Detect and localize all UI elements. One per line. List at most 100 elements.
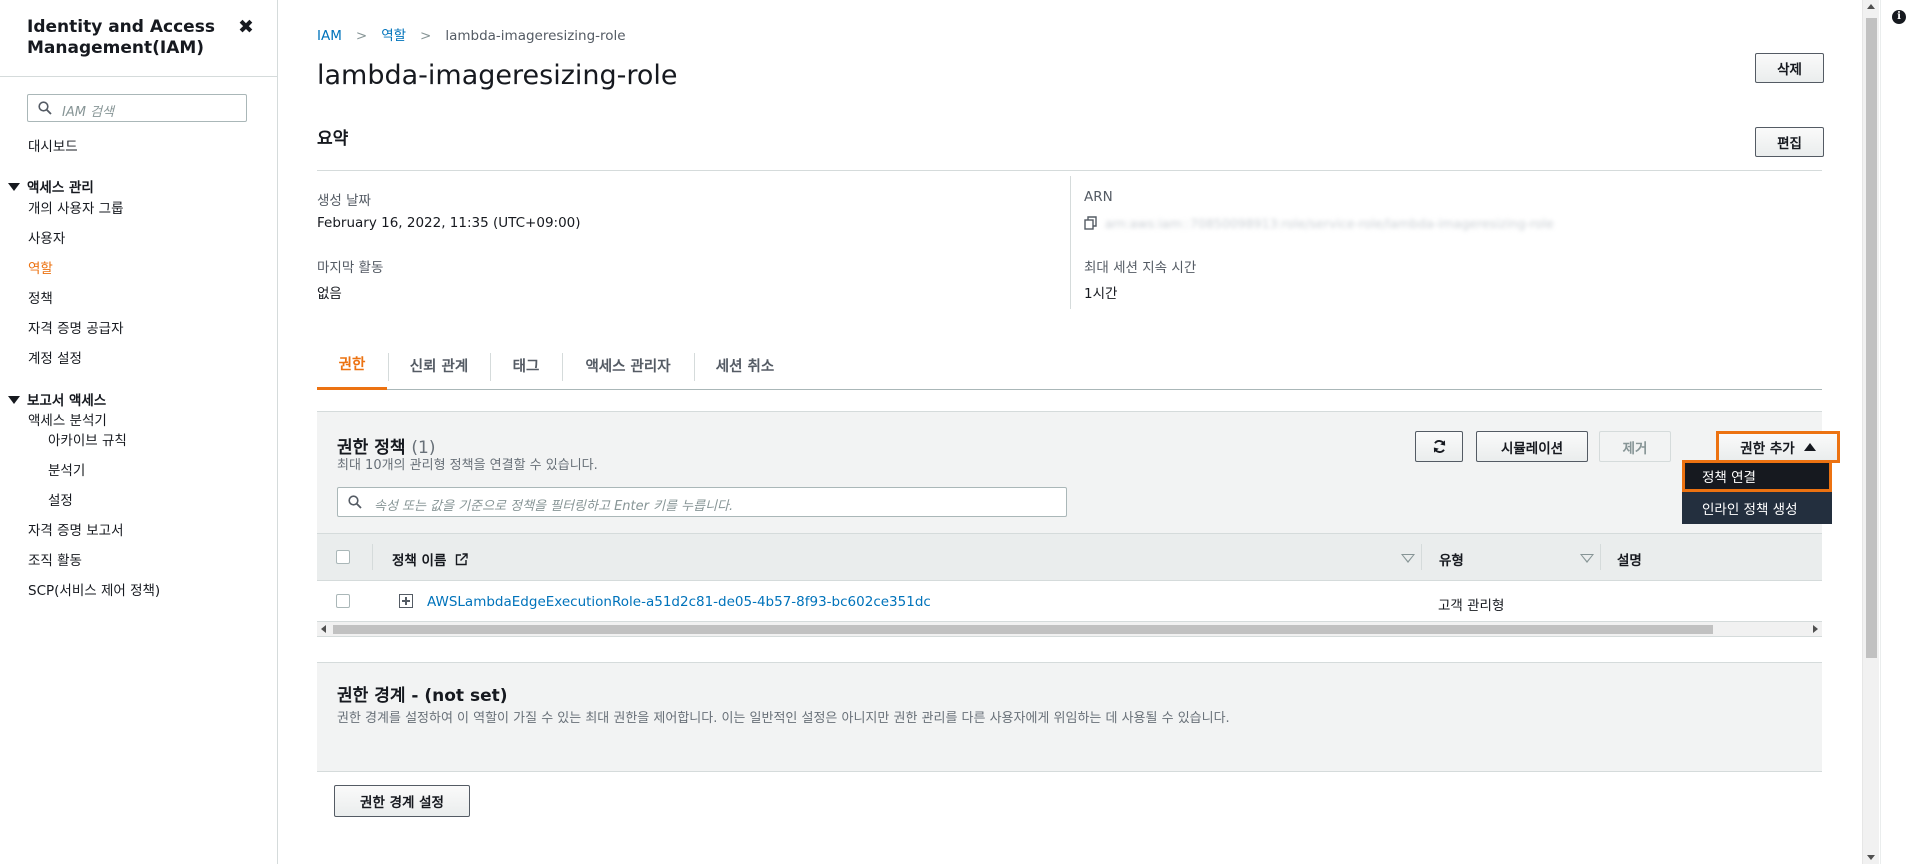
boundary-title: 권한 경계 - (not set) [337,686,508,706]
scrollbar-thumb[interactable] [333,625,1713,634]
column-policy-name[interactable]: 정책 이름 [392,549,468,569]
sidebar-item-scp[interactable]: SCP(서비스 제어 정책) [28,579,160,599]
main-content: IAM > 역할 > lambda-imageresizing-role lambda-… [279,0,1859,864]
menu-item-create-inline-policy[interactable]: 인라인 정책 생성 [1682,492,1832,524]
page-title: lambda-imageresizing-role [317,60,678,91]
sidebar-item-credential-report[interactable]: 자격 증명 보고서 [28,519,124,539]
column-type[interactable]: 유형 [1439,549,1464,569]
sort-icon[interactable] [1580,554,1594,563]
scroll-up-icon[interactable] [1867,4,1875,9]
set-boundary-button[interactable]: 권한 경계 설정 [334,785,470,817]
created-label: 생성 날짜 [317,193,371,209]
sidebar-item-dashboard[interactable]: 대시보드 [28,135,78,155]
add-permissions-label: 권한 추가 [1740,441,1795,457]
divider [317,170,1822,171]
divider [1070,176,1071,309]
permissions-description: 최대 10개의 관리형 정책을 연결할 수 있습니다. [337,458,598,473]
sidebar-section-access-management[interactable]: 액세스 관리 [8,176,94,196]
chevron-right-icon: > [355,28,368,44]
horizontal-scrollbar[interactable] [317,621,1822,637]
sidebar-title: Identity and Access Management(IAM) [27,17,215,58]
max-session-value: 1시간 [1084,286,1118,302]
tab-access-advisor[interactable]: 액세스 관리자 [563,340,693,390]
sidebar-item-analyzer-settings[interactable]: 설정 [48,489,73,509]
search-icon [348,495,362,509]
sidebar-item-roles[interactable]: 역할 [28,257,53,277]
row-checkbox[interactable] [336,594,350,608]
last-activity-label: 마지막 활동 [317,260,384,276]
tab-tags[interactable]: 태그 [491,340,561,390]
divider [0,76,277,77]
sidebar-item-organization-activity[interactable]: 조직 활동 [28,549,82,569]
caret-up-icon [1803,443,1816,451]
sidebar-section-access-reports[interactable]: 보고서 액세스 [8,389,106,409]
created-value: February 16, 2022, 11:35 (UTC+09:00) [317,215,581,231]
permissions-boundary-panel: 권한 경계 - (not set) 권한 경계를 설정하여 이 역할이 가질 수… [317,662,1822,772]
breadcrumb-current: lambda-imageresizing-role [445,28,626,44]
sidebar-item-identity-providers[interactable]: 자격 증명 공급자 [28,317,124,337]
help-panel-rail: i [1880,0,1914,864]
section-label: 보고서 액세스 [27,393,107,409]
max-session-label: 최대 세션 지속 시간 [1084,260,1197,276]
search-icon [38,101,52,115]
table-row: AWSLambdaEdgeExecutionRole-a51d2c81-de05… [317,581,1822,621]
chevron-right-icon: > [420,28,432,44]
sidebar-item-account-settings[interactable]: 계정 설정 [28,347,82,367]
scrollbar-thumb[interactable] [1866,18,1877,658]
delete-button[interactable]: 삭제 [1755,53,1824,83]
close-icon[interactable]: ✖ [238,16,254,38]
last-activity-value: 없음 [317,286,342,302]
breadcrumb: IAM > 역할 > lambda-imageresizing-role [317,24,626,44]
scroll-down-icon[interactable] [1867,855,1875,860]
tab-revoke-sessions[interactable]: 세션 취소 [695,340,795,390]
caret-down-icon [8,396,20,404]
sidebar-item-user-groups[interactable]: 개의 사용자 그룹 [28,197,124,217]
select-all-checkbox[interactable] [336,550,350,564]
vertical-scrollbar[interactable] [1862,0,1879,864]
add-permissions-menu: 정책 연결 인라인 정책 생성 [1682,460,1832,524]
breadcrumb-roles[interactable]: 역할 [381,28,406,44]
column-description[interactable]: 설명 [1617,549,1642,569]
sidebar-item-users[interactable]: 사용자 [28,227,65,247]
summary-heading: 요약 [317,129,349,149]
sidebar-item-archive-rules[interactable]: 아카이브 규칙 [48,429,127,449]
policy-type: 고객 관리형 [1438,598,1505,614]
add-permissions-button[interactable]: 권한 추가 [1716,431,1840,463]
permissions-panel: 권한 정책 (1) 최대 10개의 관리형 정책을 연결할 수 있습니다. 시뮬… [317,411,1840,637]
boundary-description: 권한 경계를 설정하여 이 역할이 가질 수 있는 최대 권한을 제어합니다. … [337,711,1230,726]
sort-icon[interactable] [1401,554,1415,563]
search-placeholder: IAM 검색 [62,105,114,120]
expand-icon[interactable] [399,594,413,608]
refresh-button[interactable] [1415,431,1463,462]
scroll-left-icon[interactable] [321,625,326,633]
caret-down-icon [8,183,20,191]
policy-filter-input[interactable]: 속성 또는 값을 기준으로 정책을 필터링하고 Enter 키를 누릅니다. [337,487,1067,517]
filter-placeholder: 속성 또는 값을 기준으로 정책을 필터링하고 Enter 키를 누릅니다. [374,499,734,514]
tab-trust-relationships[interactable]: 신뢰 관계 [389,340,489,390]
refresh-icon [1433,440,1445,453]
external-link-icon [455,553,468,566]
simulation-button[interactable]: 시뮬레이션 [1476,431,1588,462]
tab-bar: 권한 신뢰 관계 태그 액세스 관리자 세션 취소 [317,340,1822,390]
scroll-right-icon[interactable] [1813,625,1818,633]
tab-permissions[interactable]: 권한 [317,340,387,390]
column-label: 정책 이름 [392,553,447,569]
breadcrumb-iam[interactable]: IAM [317,28,342,44]
sidebar-item-policies[interactable]: 정책 [28,287,53,307]
table-header: 정책 이름 유형 설명 [317,533,1822,581]
info-icon[interactable]: i [1892,10,1906,24]
arn-label: ARN [1084,189,1113,205]
copy-icon[interactable] [1084,216,1098,230]
arn-value: arn:aws:iam::70850098913:role/service-ro… [1105,216,1554,231]
remove-button[interactable]: 제거 [1599,431,1671,462]
divider [1421,544,1422,570]
sidebar-item-access-analyzer[interactable]: 액세스 분석기 [28,409,107,429]
menu-item-attach-policies[interactable]: 정책 연결 [1682,460,1832,492]
section-label: 액세스 관리 [27,180,94,196]
divider [1600,544,1601,570]
policy-name-link[interactable]: AWSLambdaEdgeExecutionRole-a51d2c81-de05… [427,594,931,610]
sidebar-item-analyzers[interactable]: 분석기 [48,459,85,479]
sidebar-search-input[interactable]: IAM 검색 [27,94,247,122]
edit-button[interactable]: 편집 [1755,127,1824,157]
divider [372,544,373,570]
